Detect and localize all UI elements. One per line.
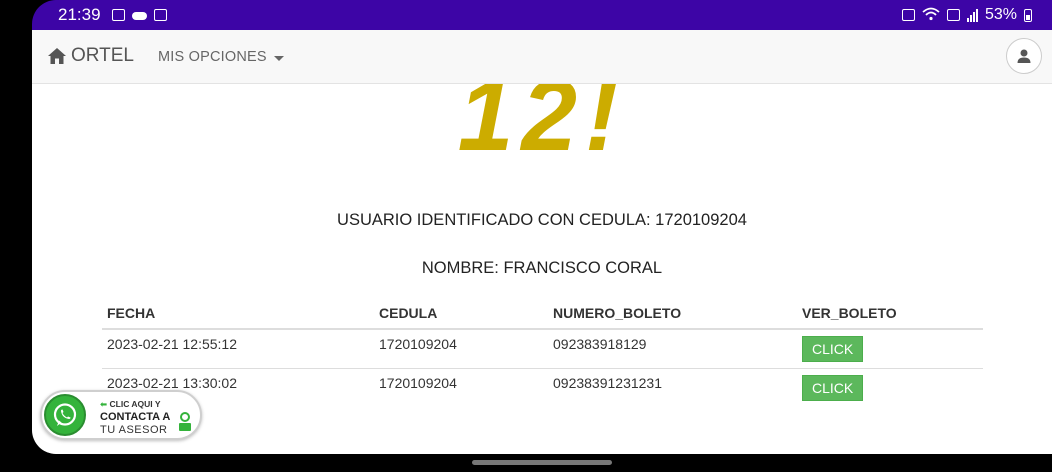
- cell-ver-boleto: CLICK: [797, 329, 983, 369]
- image-icon: [111, 9, 125, 21]
- cloud-icon: [131, 12, 147, 20]
- ver-boleto-button[interactable]: CLICK: [802, 375, 864, 401]
- cell-fecha: 2023-02-21 12:55:12: [107, 336, 237, 352]
- whatsapp-contact-button[interactable]: ⬅ CLIC AQUI Y CONTACTA A TU ASESOR: [40, 390, 202, 440]
- nfc-icon: [901, 9, 915, 21]
- battery-percentage: 53%: [984, 6, 1017, 23]
- agent-icon: [179, 412, 191, 431]
- status-bar: 21:39 53%: [32, 0, 1052, 30]
- mis-opciones-dropdown[interactable]: MIS OPCIONES: [158, 49, 284, 65]
- whatsapp-icon: [44, 394, 86, 436]
- table-header-row: FECHA CEDULA NUMERO_BOLETO VER_BOLETO: [102, 298, 983, 330]
- header-numero-boleto: NUMERO_BOLETO: [548, 298, 797, 330]
- header-cedula: CEDULA: [374, 298, 548, 330]
- wifi-icon: [922, 7, 940, 23]
- cell-cedula: 1720109204: [374, 368, 548, 407]
- user-icon: [1017, 49, 1031, 63]
- volte-icon: [946, 9, 960, 21]
- cell-cedula: 1720109204: [379, 336, 457, 352]
- brand-label: ORTEL: [71, 45, 135, 66]
- navbar: ORTEL MIS OPCIONES: [32, 30, 1052, 84]
- user-menu-button[interactable]: [1006, 38, 1042, 74]
- cast-icon: [153, 9, 167, 21]
- app-window: 12! ORTEL MIS OPCIONES USUARIO IDENTIFIC…: [32, 30, 1052, 454]
- identified-user-text: USUARIO IDENTIFICADO CON CEDULA: 1720109…: [337, 211, 747, 229]
- tickets-table: FECHA CEDULA NUMERO_BOLETO VER_BOLETO 20…: [102, 298, 983, 407]
- status-left: 21:39: [58, 5, 167, 25]
- home-icon: [47, 47, 67, 65]
- brand-link[interactable]: ORTEL: [47, 45, 134, 67]
- whatsapp-line2: CONTACTA A: [100, 411, 171, 423]
- signal-icon: [966, 8, 978, 22]
- header-fecha: FECHA: [102, 298, 374, 330]
- caret-down-icon: [273, 55, 284, 61]
- status-right: 53%: [901, 6, 1032, 24]
- cell-ver-boleto: CLICK: [797, 368, 983, 407]
- whatsapp-line1: ⬅ CLIC AQUI Y: [100, 399, 161, 410]
- battery-icon: [1024, 8, 1032, 22]
- ver-boleto-button[interactable]: CLICK: [802, 336, 864, 362]
- whatsapp-line3: TU ASESOR: [100, 424, 168, 436]
- table-row: 2023-02-21 13:30:02 1720109204 092383912…: [102, 368, 983, 407]
- gesture-navigation-bar[interactable]: [472, 460, 612, 465]
- user-name-text: NOMBRE: FRANCISCO CORAL: [421, 259, 663, 277]
- whatsapp-line1-text: CLIC AQUI Y: [109, 399, 161, 409]
- header-ver-boleto: VER_BOLETO: [797, 298, 983, 330]
- menu-label: MIS OPCIONES: [158, 49, 267, 65]
- cell-numero-boleto: 09238391231231: [548, 368, 797, 407]
- status-time: 21:39: [58, 5, 101, 24]
- cell-numero-boleto: 092383918129: [553, 336, 647, 352]
- arrow-left-icon: ⬅: [100, 399, 108, 409]
- table-row: 2023-02-21 12:55:12 1720109204 092383918…: [102, 329, 983, 369]
